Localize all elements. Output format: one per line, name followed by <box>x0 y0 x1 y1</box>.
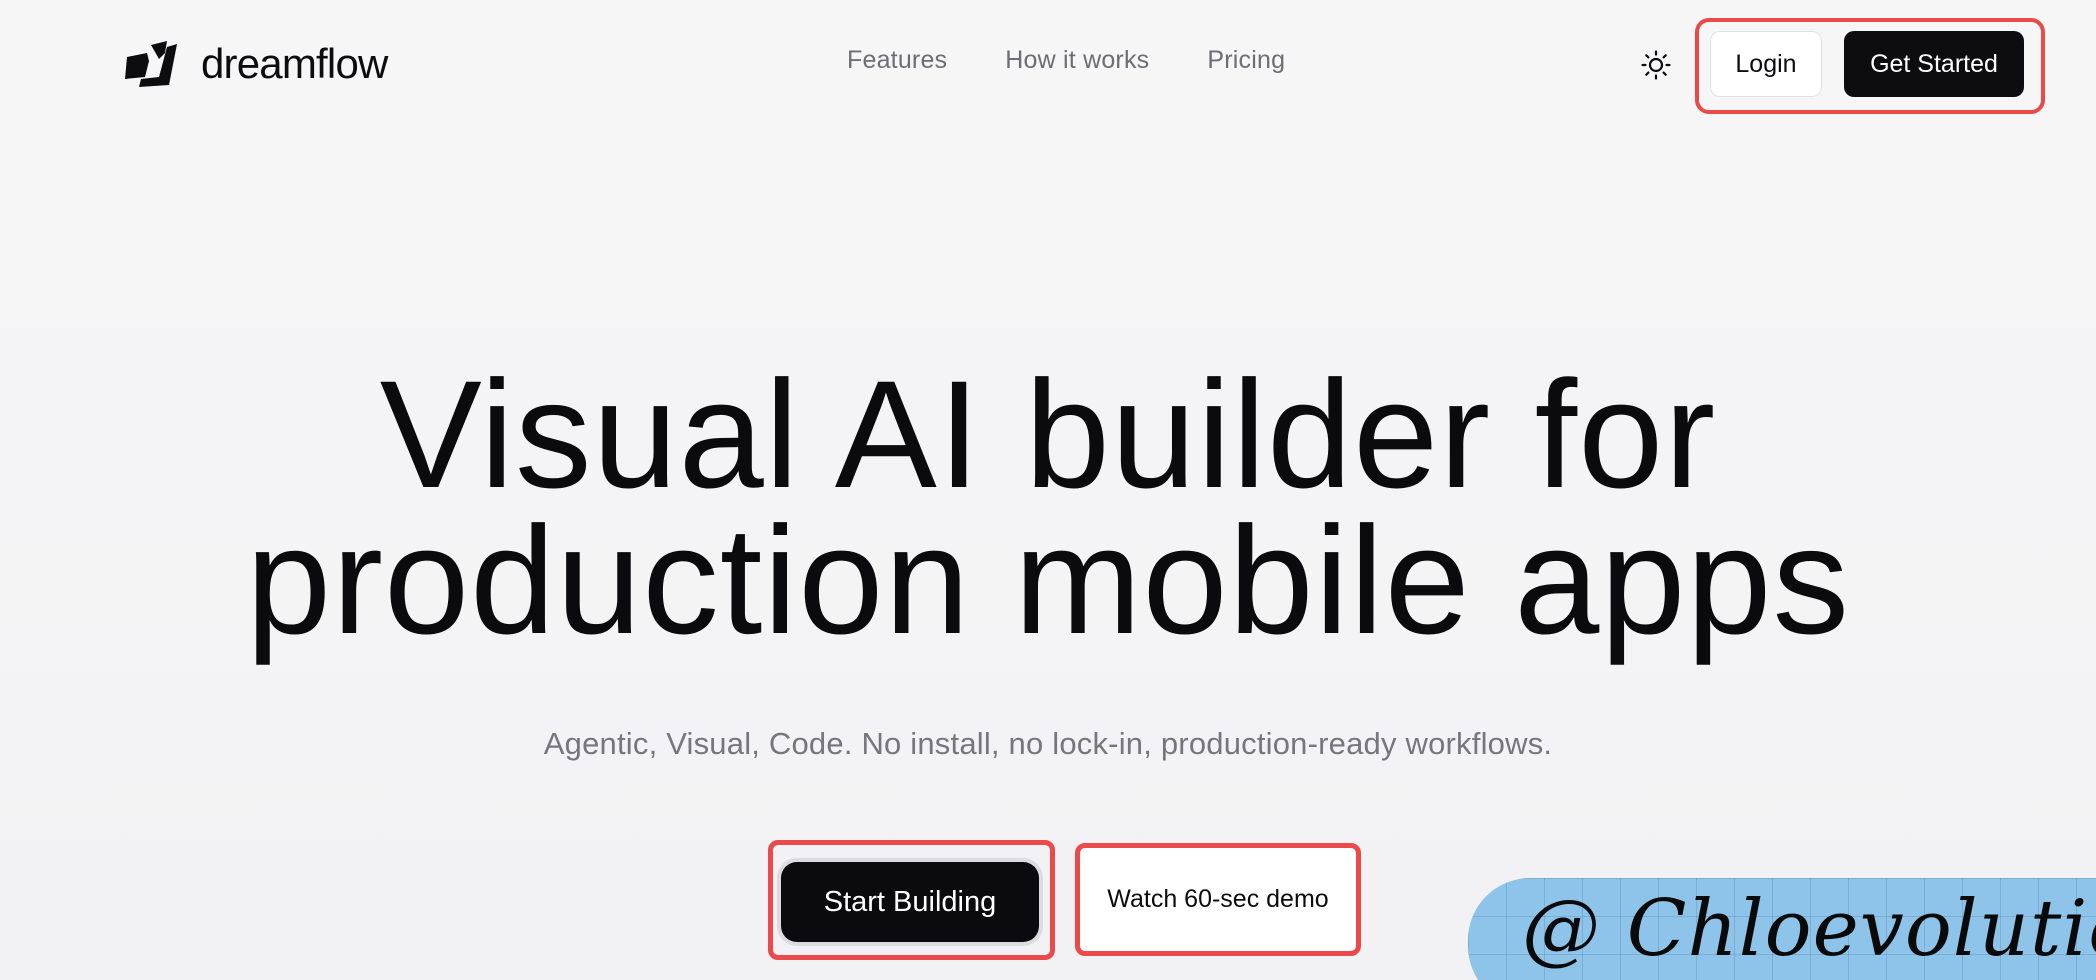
main-nav: Features How it works Pricing <box>847 46 1285 75</box>
brand-logo[interactable]: dreamflow <box>125 38 388 90</box>
watch-demo-button[interactable]: Watch 60-sec demo <box>1075 843 1361 956</box>
hero-subtitle: Agentic, Visual, Code. No install, no lo… <box>543 726 1553 761</box>
hero-title: Visual AI builder for production mobile … <box>0 349 2096 666</box>
sun-icon[interactable] <box>1641 50 1671 80</box>
landing-page: dreamflow Features How it works Pricing … <box>0 0 2096 980</box>
nav-item-how-it-works[interactable]: How it works <box>1005 46 1149 75</box>
get-started-button[interactable]: Get Started <box>1844 31 2024 97</box>
nav-item-features[interactable]: Features <box>847 46 947 75</box>
watermark-badge: @ Chloevolution <box>1468 878 2096 980</box>
hero-title-line-1: Visual AI builder for <box>379 349 1717 520</box>
brand-name: dreamflow <box>201 40 388 87</box>
login-button[interactable]: Login <box>1710 31 1822 97</box>
start-building-button[interactable]: Start Building <box>781 862 1039 942</box>
hero-title-line-2: production mobile apps <box>246 495 1850 666</box>
nav-item-pricing[interactable]: Pricing <box>1207 46 1285 75</box>
watermark-text: @ Chloevolution <box>1522 884 2096 974</box>
dreamflow-logo-icon <box>125 41 177 87</box>
